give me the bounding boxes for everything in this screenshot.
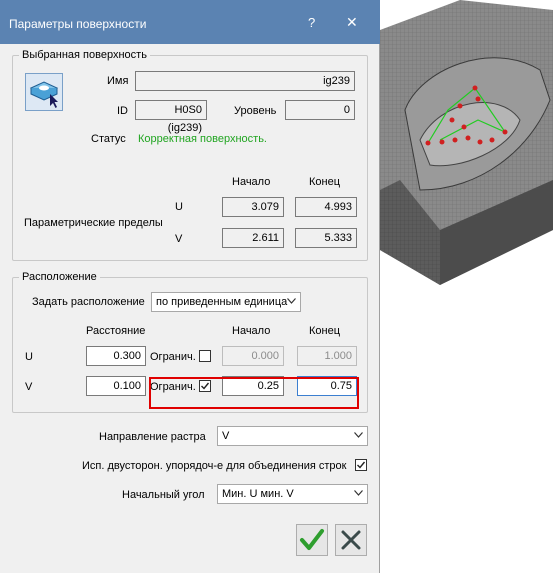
chevron-down-icon: [354, 432, 363, 438]
cross-icon: [341, 530, 361, 550]
set-placement-dropdown[interactable]: по приведенным единица: [151, 292, 301, 312]
ok-button[interactable]: [296, 524, 328, 556]
v-start-limit-field: 2.611: [222, 228, 284, 248]
placement-end-header: Конец: [309, 325, 341, 337]
model-viewport[interactable]: [380, 0, 553, 290]
start-angle-label: Начальный угол: [122, 489, 205, 501]
u-end-field[interactable]: 1.000: [297, 346, 357, 366]
placement-v-label: V: [25, 381, 33, 393]
set-placement-value: по приведенным единица: [156, 296, 288, 308]
checkmark-icon: [300, 529, 324, 550]
start-angle-value: Мин. U мин. V: [222, 488, 294, 500]
u-distance-field[interactable]: 0.300: [86, 346, 146, 366]
limits-end-header: Конец: [309, 176, 341, 188]
u-limit-label: Огранич.: [150, 351, 196, 363]
distance-header: Расстояние: [86, 325, 146, 337]
u-limit-checkbox[interactable]: [199, 350, 211, 362]
limits-v-label: V: [175, 233, 183, 245]
start-angle-dropdown[interactable]: Мин. U мин. V: [217, 484, 368, 504]
chevron-down-icon: [287, 298, 296, 304]
status-value: Корректная поверхность.: [138, 133, 267, 145]
set-placement-label: Задать расположение: [32, 296, 145, 308]
raster-direction-dropdown[interactable]: V: [217, 426, 368, 446]
status-label: Статус: [91, 133, 126, 145]
parametric-limits-label: Параметрические пределы: [24, 217, 163, 229]
checkmark-icon: [357, 461, 366, 469]
raster-direction-value: V: [222, 430, 230, 442]
red-highlight-box: [149, 377, 359, 409]
name-field: ig239: [135, 71, 355, 91]
dialog-titlebar[interactable]: Параметры поверхности ? ✕: [0, 0, 380, 44]
selected-surface-legend: Выбранная поверхность: [19, 49, 150, 61]
v-distance-field[interactable]: 0.100: [86, 376, 146, 396]
chevron-down-icon: [354, 490, 363, 496]
two-sided-checkbox[interactable]: [355, 459, 367, 471]
dialog-title: Параметры поверхности: [9, 17, 147, 31]
close-button[interactable]: ✕: [346, 14, 358, 31]
surface-parameters-dialog: Параметры поверхности ? ✕ Выбранная пове…: [0, 0, 380, 573]
placement-u-label: U: [25, 351, 33, 363]
placement-start-header: Начало: [232, 325, 271, 337]
surface-select-icon: [29, 81, 59, 108]
placement-legend: Расположение: [19, 271, 100, 283]
raster-direction-label: Направление растра: [99, 431, 206, 443]
level-label: Уровень: [234, 105, 277, 117]
u-start-limit-field: 3.079: [222, 197, 284, 217]
id-field: H0S0 (ig239): [135, 100, 207, 134]
select-surface-button[interactable]: [25, 73, 63, 111]
limits-start-header: Начало: [232, 176, 271, 188]
name-label: Имя: [107, 75, 129, 87]
u-start-field[interactable]: 0.000: [222, 346, 284, 366]
limits-u-label: U: [175, 201, 183, 213]
level-field: 0: [285, 100, 355, 120]
two-sided-label: Исп. двусторон. упорядоч-е для объединен…: [82, 460, 347, 472]
u-end-limit-field: 4.993: [295, 197, 357, 217]
v-end-limit-field: 5.333: [295, 228, 357, 248]
id-label: ID: [117, 105, 128, 117]
help-button[interactable]: ?: [308, 15, 315, 30]
surface-model-render: [380, 0, 553, 285]
cancel-button[interactable]: [335, 524, 367, 556]
